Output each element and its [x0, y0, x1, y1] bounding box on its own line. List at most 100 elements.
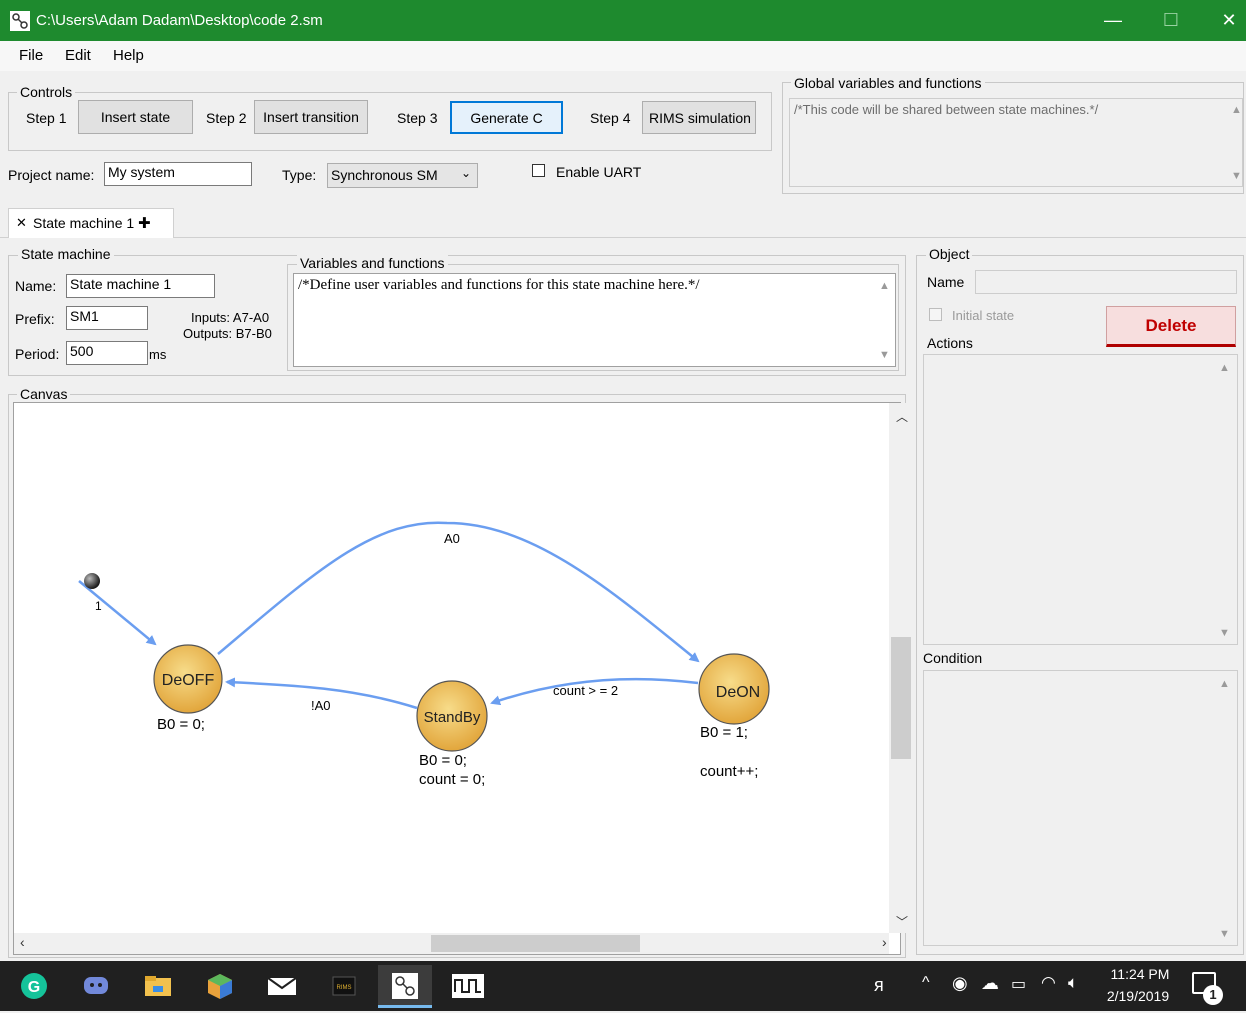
sm-name-input[interactable]: State machine 1: [66, 274, 215, 298]
initial-state-label: Initial state: [952, 308, 1015, 323]
scroll-up-icon[interactable]: ︿: [896, 408, 908, 425]
period-input[interactable]: 500: [66, 341, 148, 365]
state-deoff-action-1: B0 = 0;: [157, 716, 205, 733]
diagram-svg[interactable]: 1 A0 count > = 2 !A0 DeOFF B0 = 0; Stand…: [14, 403, 889, 933]
state-standby-action-2: count = 0;: [419, 771, 485, 788]
vars-funcs-title: Variables and functions: [297, 255, 448, 271]
clock-date[interactable]: 2/19/2019: [1100, 988, 1176, 1004]
discord-icon[interactable]: [76, 968, 116, 1004]
type-select[interactable]: Synchronous SM ⌄: [327, 163, 478, 188]
menu-help[interactable]: Help: [113, 47, 144, 64]
delete-button[interactable]: Delete: [1106, 306, 1236, 347]
chevron-up-icon[interactable]: ^: [922, 974, 930, 992]
mail-icon[interactable]: [262, 968, 302, 1004]
maximize-button[interactable]: ☐: [1142, 0, 1200, 41]
step3-label: Step 3: [397, 110, 438, 126]
scroll-up-icon[interactable]: ▲: [1219, 362, 1230, 374]
cloud-icon[interactable]: ☁: [981, 973, 999, 994]
chevron-down-icon: ⌄: [460, 166, 471, 180]
transition-label-count: count > = 2: [553, 683, 618, 698]
file-explorer-icon[interactable]: [138, 968, 178, 1004]
notification-count-badge: 1: [1203, 985, 1223, 1005]
state-standby-label: StandBy: [424, 709, 481, 726]
object-name-input[interactable]: [975, 270, 1237, 294]
state-machine-title: State machine: [18, 246, 114, 262]
initial-transition-label: 1: [95, 599, 102, 613]
tab-strip-divider: [0, 237, 1246, 238]
clock-time[interactable]: 11:24 PM: [1105, 966, 1175, 982]
wifi-icon[interactable]: ◠: [1041, 973, 1056, 993]
canvas-vertical-scrollbar[interactable]: ︿ ﹀: [889, 403, 913, 933]
taskbar: G RIMS ᴙ ^ ◉ ☁ ▭ ◠ 🔈︎ 11:24 PM 2/19/2019…: [0, 961, 1246, 1011]
scroll-down-icon[interactable]: ▼: [879, 349, 890, 361]
condition-textarea[interactable]: [923, 670, 1238, 946]
minimize-button[interactable]: —: [1084, 0, 1142, 41]
step2-label: Step 2: [206, 110, 247, 126]
app-cube-icon[interactable]: [200, 968, 240, 1004]
vertical-scroll-thumb[interactable]: [891, 637, 911, 759]
initial-state-dot[interactable]: [84, 573, 100, 589]
scroll-up-icon[interactable]: ▲: [1231, 104, 1242, 116]
state-deon-action-3: count++;: [700, 763, 758, 780]
close-tab-icon[interactable]: ✕: [16, 215, 27, 231]
period-unit: ms: [149, 347, 167, 362]
tab-state-machine-1[interactable]: ✕ State machine 1 ✚: [8, 208, 174, 238]
canvas-title: Canvas: [17, 386, 71, 402]
menu-edit[interactable]: Edit: [65, 47, 91, 64]
vars-funcs-textarea[interactable]: /*Define user variables and functions fo…: [293, 273, 896, 367]
state-deon-action-1: B0 = 1;: [700, 724, 748, 741]
initial-state-checkbox[interactable]: [929, 308, 942, 321]
scroll-right-icon[interactable]: ›: [882, 934, 887, 950]
condition-label: Condition: [923, 650, 983, 666]
insert-transition-button[interactable]: Insert transition: [254, 100, 368, 134]
prefix-input[interactable]: SM1: [66, 306, 148, 330]
insert-state-button[interactable]: Insert state: [78, 100, 193, 134]
scroll-up-icon[interactable]: ▲: [1219, 678, 1230, 690]
global-vars-title: Global variables and functions: [791, 75, 985, 91]
type-select-value: Synchronous SM: [331, 167, 438, 183]
horizontal-scroll-thumb[interactable]: [431, 935, 640, 952]
scroll-left-icon[interactable]: ‹: [20, 934, 25, 950]
scroll-down-icon[interactable]: ▼: [1219, 627, 1230, 639]
outputs-label: Outputs: B7-B0: [183, 326, 272, 341]
initial-transition-arrow[interactable]: [78, 580, 157, 646]
enable-uart-checkbox[interactable]: [532, 164, 545, 177]
menu-file[interactable]: File: [19, 47, 43, 64]
project-name-input[interactable]: My system: [104, 162, 252, 186]
transition-label-not-a0: !A0: [311, 698, 331, 713]
scroll-up-icon[interactable]: ▲: [879, 280, 890, 292]
record-icon[interactable]: ◉: [952, 973, 968, 994]
project-name-label: Project name:: [8, 167, 95, 183]
grammarly-icon[interactable]: G: [14, 968, 54, 1004]
speaker-icon[interactable]: 🔈︎: [1068, 973, 1078, 993]
waveform-icon[interactable]: [448, 968, 488, 1004]
scroll-down-icon[interactable]: ▼: [1231, 170, 1242, 182]
global-vars-textarea[interactable]: /*This code will be shared between state…: [789, 98, 1243, 187]
object-title: Object: [926, 246, 973, 262]
people-icon[interactable]: ᴙ: [874, 975, 884, 996]
add-tab-icon[interactable]: ✚: [138, 214, 151, 232]
battery-icon[interactable]: ▭: [1011, 974, 1026, 994]
svg-text:G: G: [28, 979, 40, 996]
canvas-horizontal-scrollbar[interactable]: ‹ ›: [14, 933, 889, 954]
state-standby-action-1: B0 = 0;: [419, 752, 467, 769]
scroll-down-icon[interactable]: ▼: [1219, 928, 1230, 940]
rims-simulation-button[interactable]: RIMS simulation: [642, 101, 756, 134]
window-title: C:\Users\Adam Dadam\Desktop\code 2.sm: [36, 12, 323, 29]
svg-text:RIMS: RIMS: [337, 985, 352, 991]
actions-textarea[interactable]: [923, 354, 1238, 645]
period-label: Period:: [15, 346, 60, 362]
scroll-down-icon[interactable]: ﹀: [896, 913, 908, 930]
state-machine-app-icon[interactable]: [378, 965, 432, 1008]
rims-icon[interactable]: RIMS: [324, 968, 364, 1004]
tab-label: State machine 1: [33, 215, 135, 231]
step4-label: Step 4: [590, 110, 631, 126]
inputs-label: Inputs: A7-A0: [191, 310, 270, 325]
generate-c-button[interactable]: Generate C: [450, 101, 563, 134]
state-deoff-label: DeOFF: [162, 672, 215, 689]
close-button[interactable]: ✕: [1200, 0, 1246, 41]
type-label: Type:: [282, 167, 317, 183]
state-machine-canvas[interactable]: 1 A0 count > = 2 !A0 DeOFF B0 = 0; Stand…: [13, 402, 913, 955]
menu-bar: File Edit Help: [0, 41, 1246, 71]
enable-uart-label: Enable UART: [556, 164, 642, 180]
